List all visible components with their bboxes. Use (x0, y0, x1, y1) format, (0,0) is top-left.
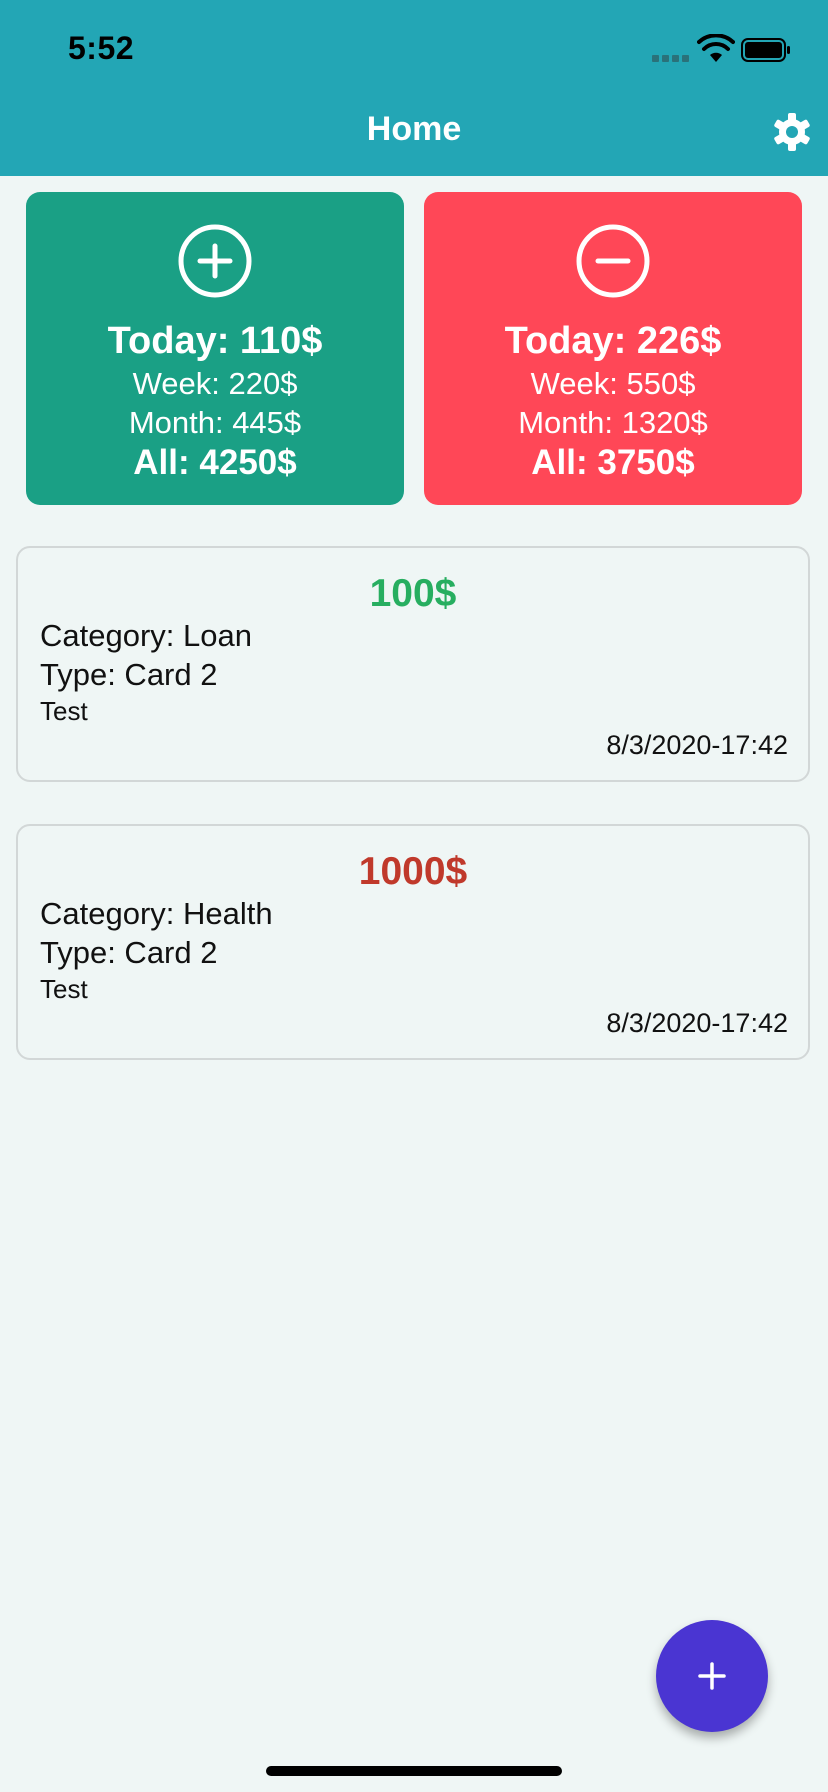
transaction-note: Test (40, 974, 88, 1004)
income-all: All: 4250$ (133, 443, 297, 482)
transaction-type: Type: Card 2 (40, 935, 218, 970)
transaction-amount: 100$ (369, 572, 457, 615)
expense-week: Week: 550$ (530, 366, 696, 401)
expense-summary-card: Today: 226$ Week: 550$ Month: 1320$ All:… (424, 192, 802, 505)
transaction-category: Category: Health (40, 896, 273, 931)
cellular-signal-icon (652, 52, 692, 62)
wifi-icon (697, 34, 735, 62)
transaction-type: Type: Card 2 (40, 657, 218, 692)
plus-icon (698, 1662, 726, 1690)
settings-button[interactable] (770, 110, 814, 154)
income-month: Month: 445$ (128, 405, 302, 440)
expense-all: All: 3750$ (531, 443, 695, 482)
transaction-card[interactable]: 100$ Category: Loan Type: Card 2 Test 8/… (16, 546, 810, 782)
transaction-category: Category: Loan (40, 618, 252, 653)
transaction-card[interactable]: 1000$ Category: Health Type: Card 2 Test… (16, 824, 810, 1060)
expense-month: Month: 1320$ (518, 405, 708, 440)
plus-circle-icon (178, 224, 252, 298)
income-today: Today: 110$ (107, 320, 323, 362)
add-transaction-fab[interactable] (656, 1620, 768, 1732)
home-indicator (266, 1766, 562, 1776)
minus-circle-icon (576, 224, 650, 298)
transaction-amount: 1000$ (358, 850, 468, 893)
gear-icon (774, 113, 810, 151)
app-header: 5:52 Home (0, 0, 828, 176)
income-week: Week: 220$ (132, 366, 298, 401)
transaction-date: 8/3/2020-17:42 (606, 1008, 788, 1038)
transaction-note: Test (40, 696, 88, 726)
transaction-date: 8/3/2020-17:42 (606, 730, 788, 760)
income-summary-card: Today: 110$ Week: 220$ Month: 445$ All: … (26, 192, 404, 505)
expense-today: Today: 226$ (504, 320, 722, 362)
add-expense-button[interactable] (576, 224, 650, 298)
battery-icon (741, 38, 790, 62)
add-income-button[interactable] (178, 224, 252, 298)
page-title: Home (366, 110, 462, 148)
status-time: 5:52 (68, 30, 135, 66)
home-screen: 5:52 Home Today: 110$ Week: 220$ Month: … (0, 0, 828, 1792)
